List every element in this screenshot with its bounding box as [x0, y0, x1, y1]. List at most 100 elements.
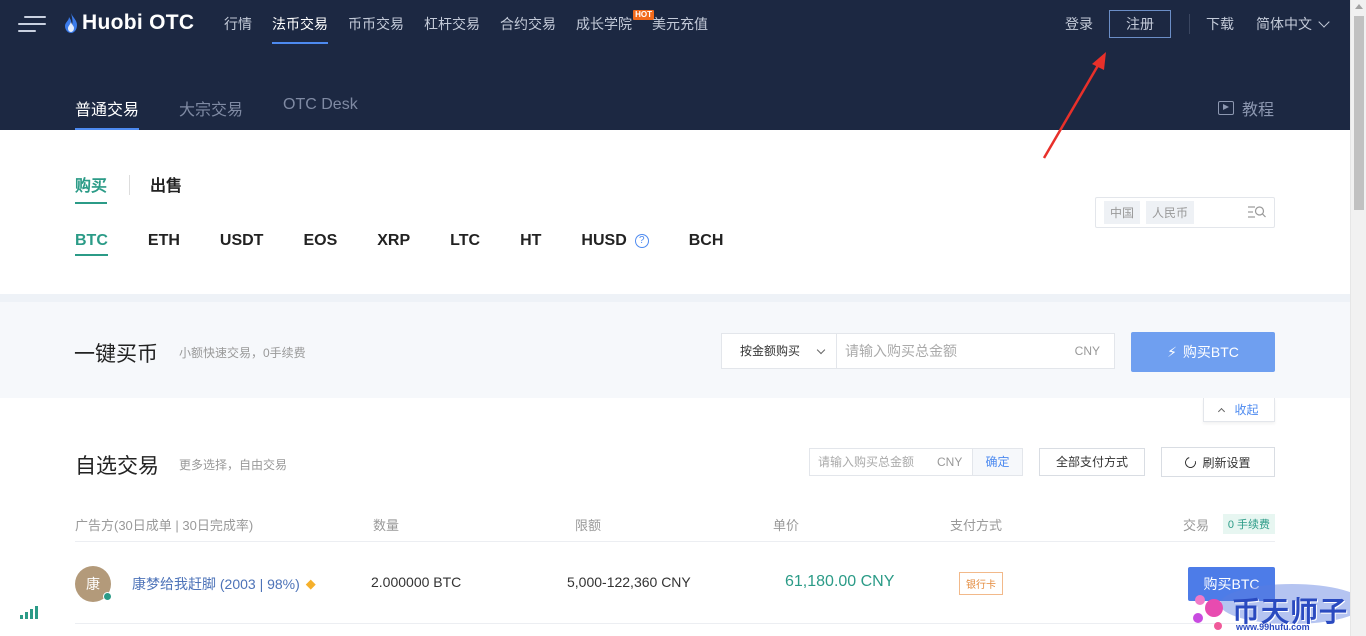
refresh-label: 刷新设置 [1202, 455, 1251, 470]
col-price: 单价 [773, 518, 800, 533]
trade-side-tabs: 购买 出售 [75, 172, 182, 204]
logo[interactable]: Huobi OTC [64, 11, 194, 35]
coin-tab-ht[interactable]: HT [520, 232, 541, 256]
page-scrollbar[interactable] [1350, 0, 1366, 636]
language-select[interactable]: 简体中文 [1256, 14, 1312, 34]
collapse-label: 收起 [1234, 403, 1259, 417]
signal-icon [20, 606, 40, 619]
tutorial-link[interactable]: 教程 [1217, 96, 1274, 120]
confirm-button[interactable]: 确定 [972, 449, 1022, 475]
custom-amount-unit: CNY [937, 455, 963, 469]
coin-tab-eos[interactable]: EOS [303, 232, 337, 256]
scrollbar-thumb[interactable] [1354, 16, 1364, 210]
region-currency-filter[interactable]: 中国 人民币 [1095, 197, 1275, 228]
tutorial-label: 教程 [1241, 102, 1274, 119]
row-price: 61,180.00 CNY [785, 573, 895, 590]
nav-fiat-trade[interactable]: 法币交易 [272, 0, 328, 48]
filter-search-icon [1248, 206, 1266, 218]
coin-tabs: BTC ETH USDT EOS XRP LTC HT HUSD? BCH [75, 232, 763, 256]
table-row: 康 康梦给我赶脚 (2003 | 98%) ◆ 2.000000 BTC 5,0… [75, 560, 1275, 624]
diamond-icon: ◆ [305, 576, 316, 591]
tab-divider [129, 175, 131, 195]
avatar: 康 [75, 566, 112, 602]
col-limit: 限额 [575, 518, 602, 533]
play-icon [1217, 101, 1234, 115]
tab-buy[interactable]: 购买 [75, 172, 108, 204]
tab-otc-desk[interactable]: OTC Desk [283, 96, 358, 130]
help-icon[interactable]: ? [634, 234, 649, 248]
col-payment: 支付方式 [950, 518, 1003, 533]
quick-buy-amount-input[interactable]: 请输入购买总金额 CNY [836, 333, 1115, 369]
tab-block-trade[interactable]: 大宗交易 [179, 96, 243, 130]
bank-card-badge: 银行卡 [959, 572, 1003, 595]
table-header: 广告方(30日成单 | 30日完成率) 数量 限额 单价 支付方式 交易 0 手… [75, 514, 1275, 542]
payment-method-filter[interactable]: 全部支付方式 [1039, 448, 1145, 476]
quick-buy-placeholder: 请输入购买总金额 [845, 343, 957, 359]
coin-tab-eth[interactable]: ETH [148, 232, 180, 256]
merchant-name: 康梦给我赶脚 (2003 | 98%) [132, 576, 300, 592]
quick-buy-unit: CNY [1074, 344, 1100, 358]
col-amount: 数量 [373, 518, 400, 533]
buy-mode-label: 按金额购买 [740, 344, 801, 358]
col-advertiser: 广告方(30日成单 | 30日完成率) [75, 518, 254, 533]
login-link[interactable]: 登录 [1065, 14, 1093, 34]
custom-amount-input[interactable]: 请输入购买总金额 CNY 确定 [809, 448, 1023, 476]
nav-academy[interactable]: 成长学院 HOT [576, 0, 654, 48]
coin-tab-husd[interactable]: HUSD? [581, 232, 649, 256]
coin-tab-btc[interactable]: BTC [75, 232, 108, 256]
row-limit: 5,000-122,360 CNY [567, 574, 691, 590]
nav-divider [1189, 14, 1190, 34]
nav-usd-deposit[interactable]: 美元充值 [652, 0, 708, 48]
hot-badge: HOT [633, 10, 654, 20]
refresh-settings-button[interactable]: 刷新设置 [1161, 447, 1275, 477]
trade-type-tabs: 普通交易 大宗交易 OTC Desk [75, 96, 398, 130]
custom-trade-title: 自选交易 [75, 455, 159, 478]
sub-header: 普通交易 大宗交易 OTC Desk 教程 [0, 48, 1350, 130]
quick-buy-button[interactable]: ⚡ 购买BTC [1131, 332, 1275, 372]
logo-text: Huobi OTC [82, 11, 195, 34]
nav-margin-trade[interactable]: 杠杆交易 [424, 0, 480, 48]
download-link[interactable]: 下载 [1206, 14, 1234, 34]
tab-sell[interactable]: 出售 [150, 172, 182, 204]
menu-icon[interactable] [18, 16, 46, 32]
country-tag: 中国 [1104, 201, 1141, 224]
register-button[interactable]: 注册 [1109, 10, 1171, 38]
huobi-flame-icon [65, 13, 77, 33]
quick-buy-button-label: 购买BTC [1182, 344, 1239, 360]
quick-buy-title: 一键买币 [74, 343, 158, 366]
coin-tab-xrp[interactable]: XRP [377, 232, 410, 256]
nav-market[interactable]: 行情 [224, 0, 252, 48]
lightning-icon: ⚡ [1167, 343, 1177, 360]
nav-academy-label: 成长学院 [576, 16, 632, 32]
scroll-up-icon[interactable] [1355, 4, 1363, 9]
tab-normal-trade[interactable]: 普通交易 [75, 96, 140, 130]
coin-tab-ltc[interactable]: LTC [450, 232, 480, 256]
avatar-initial: 康 [86, 576, 100, 592]
col-trade: 交易 [1183, 518, 1210, 533]
currency-tag: 人民币 [1146, 201, 1195, 224]
account-nav: 登录 注册 下载 简体中文 [1065, 0, 1330, 48]
watermark-url: www.99hufu.com [1236, 622, 1310, 632]
chevron-up-icon [1218, 407, 1226, 415]
zero-fee-badge: 0 手续费 [1222, 514, 1275, 534]
coin-husd-label: HUSD [581, 232, 627, 249]
nav-contract-trade[interactable]: 合约交易 [500, 0, 556, 48]
collapse-button[interactable]: 收起 [1203, 398, 1275, 422]
coin-tab-bch[interactable]: BCH [689, 232, 724, 256]
chevron-down-icon [1318, 15, 1330, 28]
nav-spot-trade[interactable]: 币币交易 [348, 0, 404, 48]
top-navbar: Huobi OTC 行情 法币交易 币币交易 杠杆交易 合约交易 成长学院 HOT… [0, 0, 1350, 48]
section-divider [0, 294, 1350, 302]
buy-mode-select[interactable]: 按金额购买 [721, 333, 837, 369]
custom-trade-subtitle: 更多选择，自由交易 [179, 458, 288, 472]
refresh-icon [1183, 454, 1199, 470]
online-status-dot [103, 592, 112, 601]
annotation-arrow-icon [1042, 52, 1106, 159]
row-amount: 2.000000 BTC [371, 574, 462, 590]
custom-amount-placeholder: 请输入购买总金额 [818, 455, 915, 469]
chevron-down-icon [816, 345, 826, 355]
quick-buy-subtitle: 小额快速交易，0手续费 [179, 346, 306, 360]
merchant-link[interactable]: 康梦给我赶脚 (2003 | 98%) ◆ [132, 574, 316, 594]
coin-tab-usdt[interactable]: USDT [220, 232, 264, 256]
main-nav: 行情 法币交易 币币交易 杠杆交易 合约交易 成长学院 HOT 美元充值 [224, 0, 728, 48]
